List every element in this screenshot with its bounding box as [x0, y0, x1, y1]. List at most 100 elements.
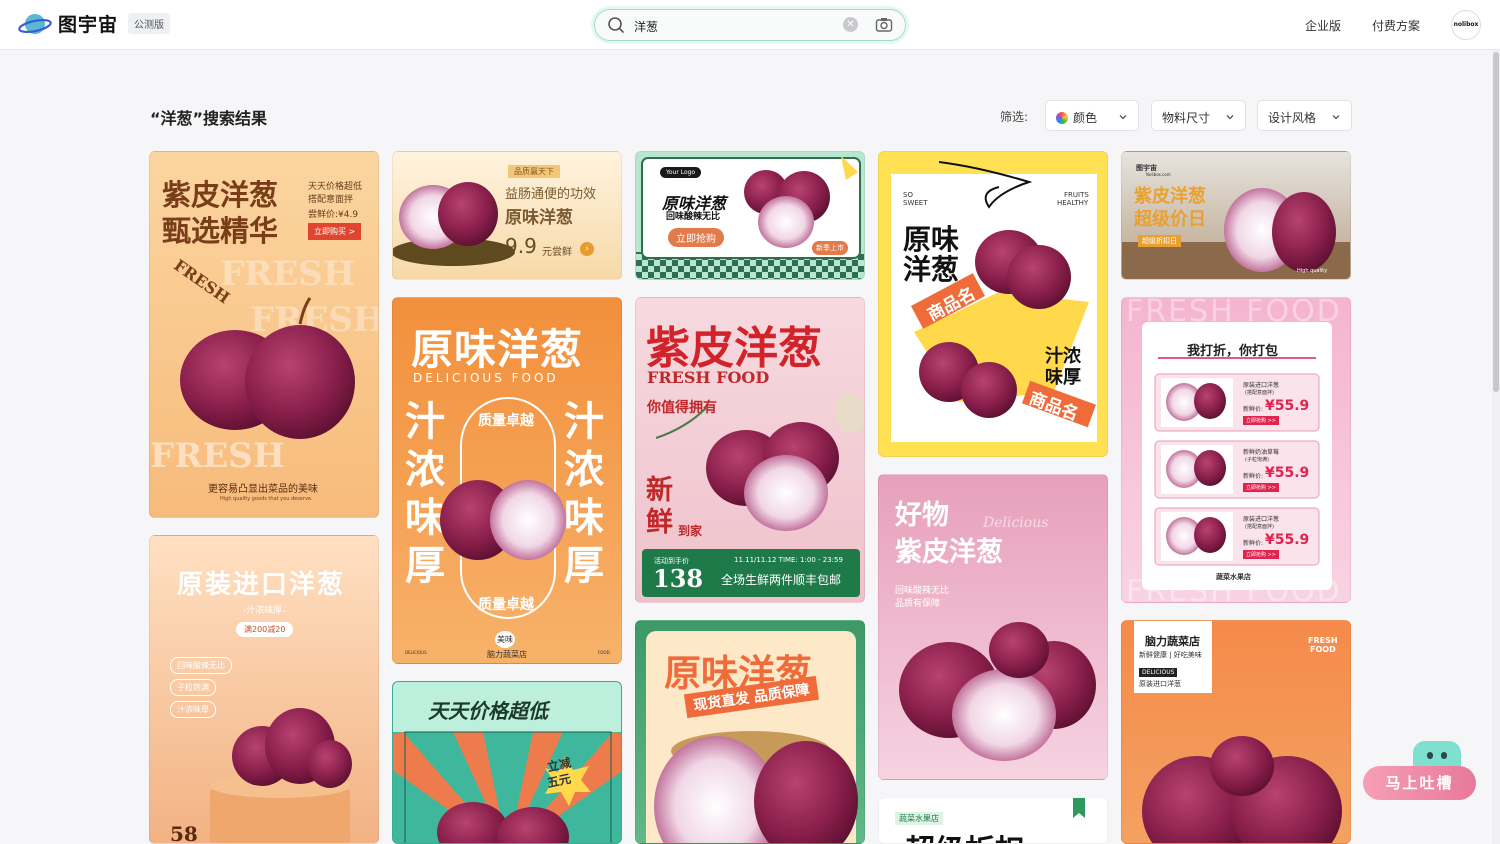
card-tag: 超级折扣日 [1138, 235, 1181, 247]
search-icon[interactable] [607, 16, 625, 38]
item-price: ¥55.9 [1265, 532, 1310, 548]
corner-text: DELICIOUS [405, 650, 427, 655]
brand-sub: Nolibox.com [1146, 172, 1171, 177]
card-unit: 元尝鲜 [542, 247, 572, 258]
color-wheel-icon [1056, 112, 1068, 124]
item-button: 立即抢购 >> [1243, 416, 1279, 425]
card-text: 味厚 [1045, 367, 1081, 388]
card-footer-en: High quality goods that you deserve. [220, 496, 313, 502]
shop-name: 脑力蔬菜店 [1145, 635, 1200, 648]
item-name: 原装进口洋葱 [1243, 516, 1280, 523]
brand-name: 图宇宙 [58, 14, 119, 36]
filter-style[interactable]: 设计风格 [1257, 100, 1352, 131]
filter-size[interactable]: 物料尺寸 [1151, 100, 1246, 131]
en-label: SO [903, 191, 913, 199]
card-title: 超级价日 [1134, 209, 1206, 230]
en-label: FRUITS [1064, 191, 1089, 199]
item-sub: (子粒饱满) [1245, 457, 1269, 463]
chevron-down-icon [1118, 111, 1128, 125]
item-name: 新鲜奶油草莓 [1243, 449, 1280, 456]
card-button: 立即抢购 [668, 228, 724, 247]
template-card[interactable]: Your Logo 原味洋葱 回味酸辣无比 立即抢购 新季上市 [635, 151, 865, 280]
card-subtitle: 新鲜健康 | 好吃美味 [1139, 651, 1202, 659]
item-button: 立即抢购 >> [1243, 550, 1279, 559]
shop-name: 脑力蔬菜店 [487, 650, 527, 659]
clear-search-icon[interactable]: ✕ [843, 17, 858, 32]
avatar[interactable]: nolibox [1451, 10, 1481, 40]
item-price: ¥55.9 [1265, 465, 1310, 481]
search-box[interactable]: 洋葱 ✕ [594, 9, 906, 41]
card-title: 原味洋葱 [505, 208, 573, 228]
onion-image [899, 622, 1096, 761]
corner-text: FOOD [598, 650, 610, 655]
search-input[interactable]: 洋葱 [634, 18, 658, 35]
onion-image [210, 708, 352, 843]
template-card[interactable]: 原装进口洋葱 -汁浓味厚- 满200减20 回味酸辣无比 子粒饱满 汁浓味厚 5… [149, 535, 379, 844]
card-footer: 更容易凸显出菜品的美味 [208, 484, 318, 495]
item-sub: (搭配意面拌) [1245, 390, 1274, 396]
template-card[interactable]: 品质赢天下 益肠通便的功效 原味洋葱 9.9 元尝鲜 › [392, 151, 622, 280]
card-side-text: 新鲜 [646, 475, 673, 538]
template-card[interactable]: 脑力蔬菜店 新鲜健康 | 好吃美味 DELICIOUS 原装进口洋葱 FRESH… [1121, 620, 1351, 844]
card-price: 58 [170, 822, 198, 844]
bookmark-icon [1073, 798, 1085, 818]
en-label: HEALTHY [1057, 199, 1089, 207]
template-card[interactable]: 图宇宙 Nolibox.com 紫皮洋葱 超级价日 超级折扣日 High qua… [1121, 151, 1351, 280]
en-label: SWEET [903, 199, 928, 207]
item-label: 新鲜价: [1243, 406, 1264, 413]
template-card[interactable]: 好物 Delicious 紫皮洋葱 回味酸辣无比 品质有保障 [878, 474, 1108, 780]
top-bar: 图宇宙 公测版 洋葱 ✕ 企业版 付费方案 nolibox [0, 0, 1500, 50]
card-side-text: 到家 [678, 524, 703, 538]
card-text: 原装进口洋葱 [1139, 680, 1181, 688]
onion-image [180, 297, 355, 439]
card-price: 9.9 [505, 234, 537, 258]
item-label: 新鲜价: [1243, 473, 1264, 480]
card-tag: DELICIOUS [1139, 668, 1178, 677]
shop-mark: 美味 [495, 631, 515, 648]
item-sub: (搭配意面拌) [1245, 524, 1274, 530]
template-card[interactable]: 原味洋葱 DELICIOUS FOOD 汁浓味厚 汁浓味厚 质量卓越 质量卓越 … [392, 297, 622, 664]
chevron-down-icon [1331, 111, 1341, 125]
nav-enterprise[interactable]: 企业版 [1305, 17, 1341, 34]
beta-badge: 公测版 [128, 13, 171, 34]
item-label: 新鲜价: [1243, 540, 1264, 547]
planet-logo-icon [18, 11, 52, 37]
shop-name: 蔬菜水果店 [1216, 573, 1251, 581]
results-title: “洋葱”搜索结果 [150, 109, 268, 128]
camera-search-icon[interactable] [875, 16, 893, 38]
item-price: ¥55.9 [1265, 398, 1310, 414]
card-badge: 新季上市 [812, 241, 848, 255]
card-title: 天天价格超低 [428, 699, 548, 723]
template-card[interactable]: 天天价格超低 立减 五元 [392, 681, 622, 844]
template-card[interactable]: 蔬菜水果店 超级折扣 [878, 797, 1108, 844]
your-logo: Your Logo [660, 167, 702, 178]
filter-color[interactable]: 颜色 [1045, 100, 1139, 131]
feedback-button[interactable]: 马上吐槽 [1363, 766, 1476, 800]
card-en: High quality [1297, 268, 1328, 274]
arrow-right-icon: › [580, 242, 594, 256]
template-card[interactable]: 紫皮洋葱 甄选精华 天天价格超低 搭配意面拌 尝鲜价:¥4.9 立即购买 > F… [149, 151, 379, 518]
item-button: 立即抢购 >> [1243, 483, 1279, 492]
en-label: FOOD [1310, 645, 1336, 654]
filter-size-label: 物料尺寸 [1162, 111, 1211, 125]
en-label: FRESH [1308, 636, 1338, 645]
template-card[interactable]: 紫皮洋葱 FRESH FOOD 你值得拥有 新鲜 到家 活动到手价 138 11… [635, 297, 865, 603]
card-title: 洋葱 [903, 253, 960, 286]
template-card[interactable]: 原味洋葱 现货直发 品质保障 [635, 620, 865, 844]
template-card[interactable]: SO SWEET FRUITS HEALTHY 原味 洋葱 商品名 汁浓 味厚 … [878, 151, 1108, 457]
card-subtitle: 回味酸辣无比 [666, 212, 721, 222]
filter-color-label: 颜色 [1073, 111, 1098, 125]
card-badge: 质量卓越 [478, 597, 534, 613]
nav-pricing[interactable]: 付费方案 [1372, 17, 1420, 34]
filter-label: 筛选: [1000, 110, 1029, 124]
scrollbar-thumb[interactable] [1493, 52, 1499, 392]
filter-style-label: 设计风格 [1268, 111, 1317, 125]
card-badge: 质量卓越 [478, 413, 534, 429]
item-name: 原装进口洋葱 [1243, 382, 1280, 389]
promo-text: 全场生鲜两件顺丰包邮 [721, 573, 842, 587]
template-card[interactable]: FRESH FOOD FRESH FOOD 我打折，你打包 原装进口洋葱 (搭配… [1121, 297, 1351, 603]
card-price: 138 [653, 564, 704, 593]
card-title: 我打折，你打包 [1187, 344, 1279, 359]
card-tag: 品质赢天下 [508, 165, 560, 178]
logo[interactable]: 图宇宙 公测版 [18, 10, 171, 37]
